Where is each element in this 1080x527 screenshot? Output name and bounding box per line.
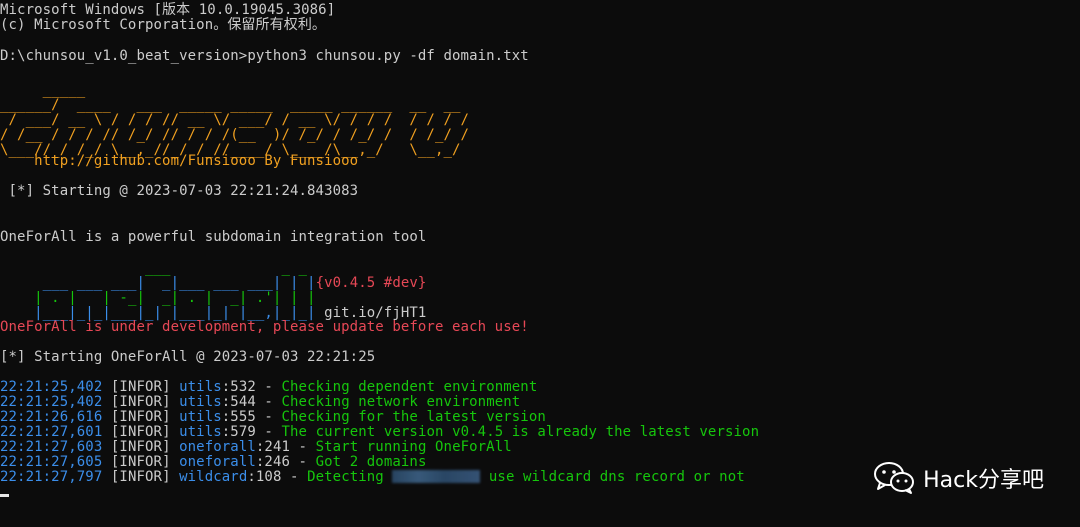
oneforall-start-line: [*] Starting OneForAll @ 2023-07-03 22:2…	[0, 349, 376, 365]
log-level: [INFOR]	[110, 439, 171, 455]
oneforall-description: OneForAll is a powerful subdomain integr…	[0, 229, 427, 245]
header-line-2: (c) Microsoft Corporation。保留所有权利。	[0, 17, 327, 33]
log-message: Checking network environment	[281, 394, 521, 410]
log-separator: -	[255, 424, 282, 440]
log-time: 22:21:27,601	[0, 424, 103, 440]
log-separator: -	[255, 409, 282, 425]
log-separator: -	[281, 469, 308, 485]
header-line-1: Microsoft Windows [版本 10.0.19045.3086]	[0, 2, 336, 18]
log-lineno: :544	[221, 394, 256, 410]
chunsou-start-line: [*] Starting @ 2023-07-03 22:21:24.84308…	[0, 183, 359, 199]
log-line: 22:21:27,797 [INFOR] wildcard:108 - Dete…	[0, 470, 745, 485]
log-line: 22:21:27,603 [INFOR] oneforall:241 - Sta…	[0, 440, 512, 455]
log-separator: -	[290, 454, 316, 470]
log-separator: -	[255, 379, 282, 395]
chunsou-banner-line-4: / /__ / / / // /_/ // / / /(__ )/ /_/ / …	[0, 127, 478, 143]
log-lineno: :108	[247, 469, 282, 485]
log-message: Start running OneForAll	[315, 439, 512, 455]
log-message: Got 2 domains	[315, 454, 427, 470]
log-separator: -	[255, 394, 282, 410]
log-lineno: :532	[221, 379, 256, 395]
log-lineno: :241	[255, 439, 291, 455]
version-label: {v0.4.5 #dev}	[315, 275, 427, 291]
log-lineno: :555	[221, 409, 256, 425]
log-module: wildcard	[179, 469, 248, 485]
log-message-prefix: Detecting	[307, 469, 393, 485]
log-line: 22:21:27,605 [INFOR] oneforall:246 - Got…	[0, 455, 426, 470]
log-time: 22:21:25,402	[0, 394, 103, 410]
log-line: 22:21:25,402 [INFOR] utils:544 - Checkin…	[0, 395, 520, 410]
github-credit-line: http://github.com/Funsiooo By Funsiooo	[0, 153, 359, 169]
log-message: The current version v0.4.5 is already th…	[281, 424, 760, 440]
log-level: [INFOR]	[110, 454, 171, 470]
log-lineno: :579	[221, 424, 256, 440]
log-message: Checking for the latest version	[281, 409, 546, 425]
oneforall-banner-line-2: ___ ___ ___| _|___ ___ ___| | |{v0.4.5 #…	[0, 261, 427, 291]
log-message-suffix: use wildcard dns record or not	[480, 469, 745, 485]
log-line: 22:21:27,601 [INFOR] utils:579 - The cur…	[0, 425, 759, 440]
chunsou-banner-line-2: ______/ ____ ___ _____ _____ _____ _____…	[0, 97, 461, 113]
log-level: [INFOR]	[110, 379, 171, 395]
chunsou-banner-line-1: _____	[0, 82, 86, 98]
redacted-domain	[392, 470, 481, 483]
log-level: [INFOR]	[110, 394, 171, 410]
log-time: 22:21:27,797	[0, 469, 103, 485]
watermark-text: Hack分享吧	[923, 468, 1044, 493]
log-line: 22:21:25,402 [INFOR] utils:532 - Checkin…	[0, 380, 537, 395]
log-time: 22:21:27,603	[0, 439, 103, 455]
log-level: [INFOR]	[110, 469, 171, 485]
log-level: [INFOR]	[110, 424, 171, 440]
log-module: utils	[179, 379, 222, 395]
command-prompt-line: D:\chunsou_v1.0_beat_version>python3 chu…	[0, 48, 529, 64]
log-module: utils	[179, 409, 222, 425]
log-line: 22:21:26,616 [INFOR] utils:555 - Checkin…	[0, 410, 546, 425]
oneforall-banner-line-4: |___|_|_|___|_| |___|_| |__,|_|_| git.io…	[0, 291, 426, 321]
log-lineno: :246	[255, 454, 291, 470]
chunsou-banner-line-3: / ___/ __ \ / / / // __ \/ ___/ / __ \/ …	[0, 112, 470, 128]
log-level: [INFOR]	[110, 409, 171, 425]
log-separator: -	[290, 439, 316, 455]
log-module: utils	[179, 424, 222, 440]
oneforall-banner-line-3: | . | | -_| _| . | _| .'| | |	[0, 276, 316, 306]
wechat-icon	[873, 461, 915, 495]
log-time: 22:21:25,402	[0, 379, 103, 395]
development-warning: OneForAll is under development, please u…	[0, 319, 529, 335]
watermark: Hack分享吧	[873, 461, 1044, 495]
log-time: 22:21:26,616	[0, 409, 103, 425]
terminal-window[interactable]: Microsoft Windows [版本 10.0.19045.3086] (…	[0, 0, 1080, 527]
log-module: utils	[179, 394, 222, 410]
log-message: Checking dependent environment	[281, 379, 538, 395]
text-cursor	[0, 494, 9, 497]
log-module: oneforall	[179, 439, 256, 455]
oneforall-banner-line-1: ___ _ _	[0, 246, 307, 276]
log-module: oneforall	[179, 454, 256, 470]
log-time: 22:21:27,605	[0, 454, 103, 470]
